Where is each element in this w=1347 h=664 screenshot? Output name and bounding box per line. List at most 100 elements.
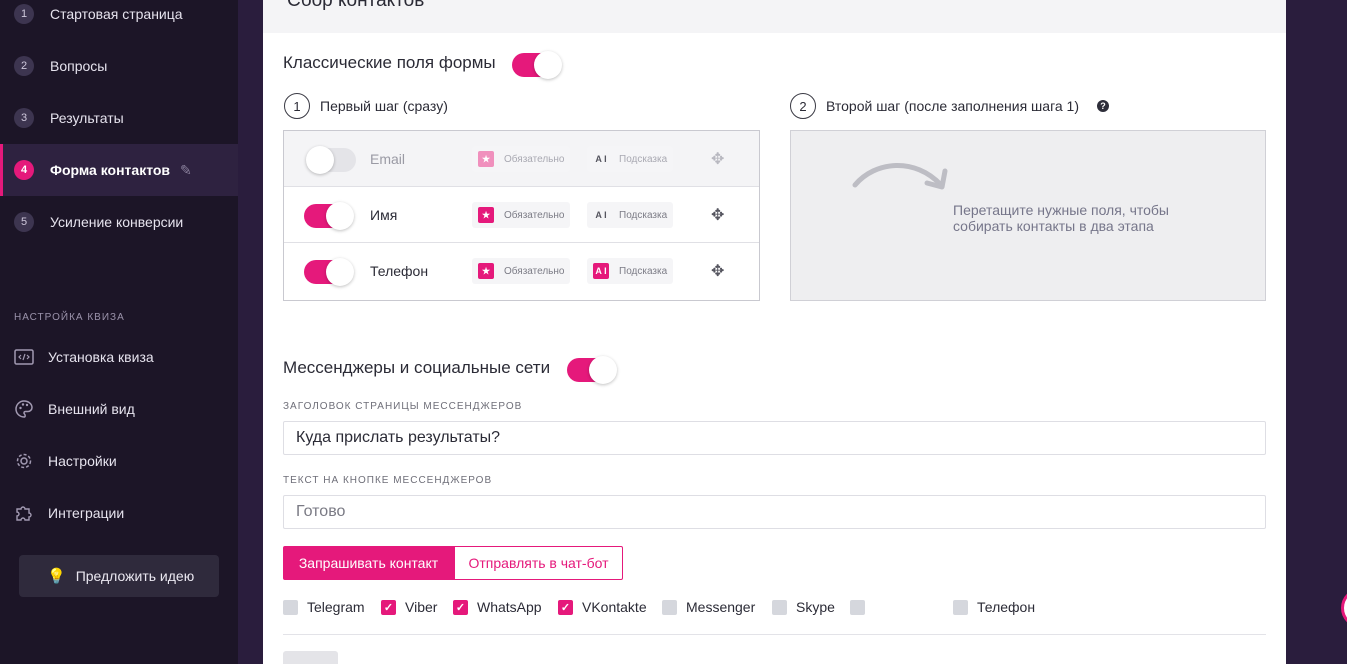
page-title: Сбор контактов (287, 0, 425, 11)
required-toggle[interactable]: ★ Обязательно (472, 202, 571, 228)
sidebar-step-results[interactable]: 3 Результаты (0, 92, 238, 144)
field-name: Имя (370, 207, 398, 223)
checkbox-skype[interactable]: Skype (772, 599, 835, 615)
checkbox-messenger[interactable]: Messenger (662, 599, 755, 615)
required-toggle[interactable]: ★ Обязательно (472, 258, 571, 284)
step-number: 5 (14, 212, 34, 232)
sidebar-step-conversion[interactable]: 5 Усиление конверсии (0, 196, 238, 248)
hint-toggle[interactable]: A I Подсказка (587, 202, 674, 228)
divider (283, 634, 1266, 635)
text-hint-icon: A I (595, 210, 607, 220)
hint-label: Подсказка (619, 265, 668, 277)
checkbox-box (283, 599, 298, 615)
sidebar-step-start[interactable]: 1 Стартовая страница (0, 0, 238, 40)
floating-help-button[interactable] (1341, 588, 1347, 628)
sidebar-step-contact-form[interactable]: 4 Форма контактов ✎ (0, 144, 238, 196)
send-to-chatbot-button[interactable]: Отправлять в чат-бот (454, 546, 623, 580)
sidebar-step-questions[interactable]: 2 Вопросы (0, 40, 238, 92)
checkbox-label: VKontakte (582, 599, 647, 615)
step-label: Усиление конверсии (50, 214, 184, 230)
field-row-name[interactable]: Имя ★ Обязательно A I Подсказка ✥ (284, 187, 759, 243)
partial-button[interactable] (283, 651, 338, 664)
toggle-knob (534, 51, 562, 79)
checkbox-label: Skype (796, 599, 835, 615)
puzzle-icon (12, 501, 36, 525)
drag-handle-icon[interactable]: ✥ (711, 149, 724, 169)
checkbox-box (850, 599, 865, 615)
classic-fields-toggle[interactable] (512, 51, 562, 79)
text-hint-icon: A I (595, 154, 607, 164)
panel-header: Сбор контактов (263, 0, 1286, 33)
required-toggle[interactable]: ★ Обязательно (472, 146, 571, 172)
step-two-number: 2 (790, 93, 816, 119)
step-label: Результаты (50, 110, 124, 126)
checkbox-unlabeled[interactable] (850, 599, 874, 615)
hint-label: Подсказка (619, 209, 668, 221)
messengers-header-input[interactable]: Куда прислать результаты? (283, 421, 1266, 455)
suggest-idea-button[interactable]: 💡 Предложить идею (19, 555, 219, 597)
checkbox-vkontakte[interactable]: ✓ VKontakte (558, 599, 647, 615)
check-icon: ✓ (558, 599, 573, 615)
step-label: Стартовая страница (50, 6, 183, 22)
checkbox-whatsapp[interactable]: ✓ WhatsApp (453, 599, 542, 615)
step-two-dropzone[interactable]: Перетащите нужные поля, чтобы собирать к… (790, 130, 1266, 301)
classic-fields-title: Классические поля формы (283, 53, 496, 72)
hint-toggle[interactable]: A I Подсказка (587, 258, 674, 284)
messengers-button-input[interactable]: Готово (283, 495, 1266, 529)
checkbox-label: WhatsApp (477, 599, 542, 615)
step-number: 1 (14, 4, 34, 24)
menu-item-appearance[interactable]: Внешний вид (0, 383, 238, 435)
step-two-label: Второй шаг (после заполнения шага 1) (826, 98, 1079, 114)
step-label: Вопросы (50, 58, 108, 74)
messengers-title: Мессенджеры и социальные сети (283, 358, 551, 377)
field-name: Телефон (370, 263, 429, 279)
checkbox-box (662, 599, 677, 615)
section-label: НАСТРОЙКА КВИЗА (14, 312, 125, 323)
toggle-knob (326, 202, 354, 230)
hint-label: Подсказка (619, 153, 668, 165)
field-toggle-name[interactable] (304, 202, 354, 230)
check-icon: ✓ (381, 599, 396, 615)
gear-icon (12, 449, 36, 473)
checkbox-telegram[interactable]: Telegram (283, 599, 365, 615)
step-one-fields: Email ★ Обязательно A I Подсказка ✥ Имя … (283, 130, 760, 301)
dropzone-text: Перетащите нужные поля, чтобы собирать к… (953, 202, 1169, 234)
field-row-email[interactable]: Email ★ Обязательно A I Подсказка ✥ (284, 131, 759, 187)
messengers-toggle[interactable] (567, 356, 617, 384)
required-label: Обязательно (504, 153, 565, 165)
menu-item-integrations[interactable]: Интеграции (0, 487, 238, 539)
request-contact-button[interactable]: Запрашивать контакт (283, 546, 454, 580)
field-row-phone[interactable]: Телефон ★ Обязательно A I Подсказка ✥ (284, 243, 759, 299)
step-one-number: 1 (284, 93, 310, 119)
curved-arrow-icon (852, 163, 948, 190)
menu-label: Внешний вид (48, 401, 135, 417)
pencil-icon[interactable]: ✎ (180, 162, 192, 179)
menu-item-settings[interactable]: Настройки (0, 435, 238, 487)
star-icon: ★ (478, 263, 494, 279)
text-hint-icon: A I (593, 263, 609, 279)
field-toggle-email[interactable] (306, 146, 356, 174)
drag-handle-icon[interactable]: ✥ (711, 205, 724, 225)
field-toggle-phone[interactable] (304, 258, 354, 286)
drag-handle-icon[interactable]: ✥ (711, 261, 724, 281)
field-name: Email (370, 151, 406, 167)
lightbulb-icon: 💡 (47, 568, 66, 585)
checkbox-box (953, 599, 968, 615)
checkbox-phone[interactable]: Телефон (953, 599, 1035, 615)
required-label: Обязательно (504, 209, 565, 221)
checkbox-label: Messenger (686, 599, 756, 615)
menu-label: Интеграции (48, 505, 125, 521)
help-icon[interactable]: ? (1097, 100, 1109, 112)
menu-label: Установка квиза (48, 349, 154, 365)
step-number: 2 (14, 56, 34, 76)
sidebar: 1 Стартовая страница 2 Вопросы 3 Результ… (0, 0, 238, 664)
code-icon (12, 345, 36, 369)
checkbox-label: Телефон (977, 599, 1036, 615)
main-panel: Сбор контактов Классические поля формы 1… (263, 0, 1286, 664)
hint-toggle[interactable]: A I Подсказка (587, 146, 674, 172)
menu-label: Настройки (48, 453, 117, 469)
checkbox-viber[interactable]: ✓ Viber (381, 599, 437, 615)
checkbox-label: Telegram (307, 599, 365, 615)
menu-item-install[interactable]: Установка квиза (0, 331, 238, 383)
palette-icon (12, 397, 36, 421)
